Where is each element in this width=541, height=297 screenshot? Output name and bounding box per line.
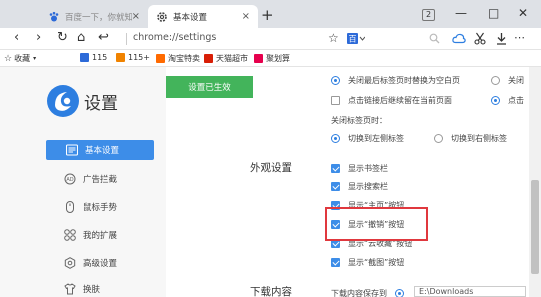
- undo-button[interactable]: ↩: [98, 30, 109, 46]
- tab-title: 百度一下，你就知道: [65, 12, 132, 23]
- more-menu-icon[interactable]: ⋯: [514, 30, 525, 46]
- chevron-down-icon: ▾: [33, 55, 37, 62]
- download-location[interactable]: 下载内容保存到: [331, 288, 412, 297]
- scrollbar[interactable]: [529, 67, 541, 297]
- download-icon[interactable]: [496, 32, 507, 48]
- option-close[interactable]: 关闭: [491, 75, 524, 86]
- option-switch-left[interactable]: 切换到左侧标签: [331, 133, 404, 144]
- url-input[interactable]: chrome://settings: [133, 32, 216, 43]
- back-button[interactable]: ‹: [14, 30, 19, 46]
- title-bar: 百度一下，你就知道 × 基本设置 × + 2 — □ ✕: [0, 0, 541, 28]
- option-show-search[interactable]: 显示搜索栏: [331, 181, 388, 192]
- address-bar: ‹ › ↻ ⌂ ↩ chrome://settings ☆ 百 ⋯: [0, 28, 541, 50]
- site-115-icon: [80, 53, 89, 62]
- extensions-icon: [64, 229, 76, 241]
- bookmark-item[interactable]: 天猫超市: [204, 53, 248, 64]
- juhuasuan-icon: [254, 54, 263, 63]
- site-115plus-icon: [116, 53, 125, 62]
- close-tab-label: 关闭标签页时：: [331, 116, 387, 125]
- option-show-bookmarks[interactable]: 显示书签栏: [331, 163, 388, 174]
- option-stay-current[interactable]: 点击链接后继续留在当前页面: [331, 95, 452, 106]
- download-path-input[interactable]: E:\Downloads: [414, 286, 526, 297]
- divider: [126, 33, 127, 45]
- highlight-box: [325, 207, 428, 241]
- tab-close-icon[interactable]: ×: [132, 11, 140, 22]
- bookmark-item[interactable]: 115: [80, 53, 107, 62]
- option-switch-right[interactable]: 切换到右侧标签: [434, 133, 507, 144]
- settings-list-icon: [65, 144, 79, 156]
- checkbox[interactable]: [331, 164, 340, 173]
- svg-text:AD: AD: [66, 177, 73, 183]
- star-icon: ☆: [4, 53, 13, 64]
- option-show-screenshot[interactable]: 显示“截图”按钮: [331, 257, 404, 268]
- tab-close-icon[interactable]: ×: [242, 11, 250, 22]
- radio-button[interactable]: [395, 289, 404, 297]
- option-replace-blank[interactable]: 关闭最后标签页时替换为空白页: [331, 75, 460, 86]
- radio-button[interactable]: [331, 134, 340, 143]
- radio-button[interactable]: [491, 76, 500, 85]
- sidebar-item-extensions[interactable]: 我的扩展: [46, 225, 154, 245]
- maximize-button[interactable]: □: [488, 6, 499, 20]
- forward-button[interactable]: ›: [36, 30, 41, 46]
- bookmark-item[interactable]: 聚划算: [254, 53, 290, 64]
- bookmark-item[interactable]: ☆ 收藏 ▾: [4, 53, 36, 64]
- settings-title: 设置: [84, 94, 118, 114]
- radio-button[interactable]: [331, 76, 340, 85]
- advanced-settings-icon: [64, 257, 76, 269]
- settings-saved-button[interactable]: 设置已生效: [166, 76, 253, 98]
- gear-icon: [156, 11, 168, 23]
- taobao-icon: [156, 54, 165, 63]
- tab-baidu[interactable]: 百度一下，你就知道 ×: [40, 5, 148, 28]
- ad-block-icon: AD: [64, 173, 76, 185]
- search-engine-icon[interactable]: 百: [347, 33, 366, 47]
- close-window-button[interactable]: ✕: [518, 6, 528, 20]
- radio-button[interactable]: [434, 134, 443, 143]
- sidebar-item-adblock[interactable]: AD 广告拦截: [46, 169, 154, 189]
- sidebar-item-advanced[interactable]: 高级设置: [46, 253, 154, 273]
- tab-settings[interactable]: 基本设置 ×: [148, 5, 258, 28]
- checkbox[interactable]: [331, 96, 340, 105]
- tmall-icon: [204, 54, 213, 63]
- sidebar-item-skin[interactable]: 换肤: [46, 279, 154, 297]
- checkbox[interactable]: [331, 258, 340, 267]
- shirt-icon: [64, 283, 76, 295]
- settings-sidebar: 设置 基本设置 AD 广告拦截 鼠标手势 我的扩展 高级设置 换肤: [0, 67, 166, 297]
- cloud-icon[interactable]: [452, 33, 466, 47]
- home-button[interactable]: ⌂: [77, 30, 85, 46]
- baidu-paw-icon: [48, 11, 60, 23]
- search-icon[interactable]: [429, 33, 440, 47]
- svg-text:百: 百: [349, 35, 357, 44]
- radio-button[interactable]: [491, 96, 500, 105]
- settings-content: 设置已生效 关闭最后标签页时替换为空白页 关闭 点击链接后继续留在当前页面 点击…: [166, 67, 529, 297]
- appearance-section-title: 外观设置: [250, 162, 292, 174]
- download-section-title: 下载内容: [250, 286, 292, 297]
- browser-logo-icon: [45, 83, 81, 119]
- sidebar-item-basic[interactable]: 基本设置: [46, 140, 154, 160]
- option-click[interactable]: 点击: [491, 95, 524, 106]
- bookmark-star-icon[interactable]: ☆: [328, 30, 339, 46]
- minimize-button[interactable]: —: [455, 6, 467, 20]
- bookmark-item[interactable]: 115+: [116, 53, 150, 62]
- sidebar-item-mouse-gesture[interactable]: 鼠标手势: [46, 197, 154, 217]
- reload-button[interactable]: ↻: [57, 30, 68, 46]
- new-tab-button[interactable]: +: [261, 8, 274, 23]
- scrollbar-thumb[interactable]: [531, 180, 539, 274]
- cut-icon[interactable]: [474, 32, 486, 48]
- tab-title: 基本设置: [173, 12, 208, 23]
- bookmark-item[interactable]: 淘宝特卖: [156, 53, 200, 64]
- checkbox[interactable]: [331, 182, 340, 191]
- window-count-badge[interactable]: 2: [422, 9, 435, 21]
- mouse-icon: [64, 201, 76, 213]
- bookmarks-bar: ☆ 收藏 ▾ 115 115+ 淘宝特卖 天猫超市 聚划算: [0, 50, 541, 67]
